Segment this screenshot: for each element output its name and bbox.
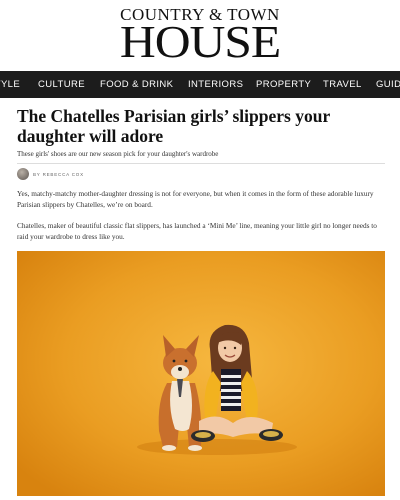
article-standfirst: These girls' shoes are our new season pi…: [17, 150, 219, 158]
divider: [17, 163, 385, 164]
nav-item-style[interactable]: STYLE: [0, 71, 20, 98]
nav-item-food-drink[interactable]: FOOD & DRINK: [100, 71, 173, 98]
girl-and-dog-photo: [17, 251, 385, 496]
author-name[interactable]: BY REBECCA COX: [33, 172, 84, 177]
masthead-logo: HOUSE: [119, 16, 281, 67]
article-paragraph-1: Yes, matchy-matchy mother-daughter dress…: [17, 189, 374, 209]
main-navigation: STYLE CULTURE FOOD & DRINK INTERIORS PRO…: [0, 71, 400, 98]
masthead[interactable]: COUNTRY & TOWN HOUSE: [0, 0, 400, 70]
byline: BY REBECCA COX: [17, 167, 84, 181]
nav-item-travel[interactable]: TRAVEL: [323, 71, 362, 98]
nav-item-guides[interactable]: GUIDES: [376, 71, 400, 98]
nav-item-property[interactable]: PROPERTY: [256, 71, 311, 98]
article-title: The Chatelles Parisian girls’ slippers y…: [17, 106, 330, 146]
nav-item-culture[interactable]: CULTURE: [38, 71, 85, 98]
article-paragraph-2: Chatelles, maker of beautiful classic fl…: [17, 221, 377, 241]
author-avatar[interactable]: [17, 168, 29, 180]
nav-item-interiors[interactable]: INTERIORS: [188, 71, 243, 98]
article-hero-image: [17, 251, 385, 496]
